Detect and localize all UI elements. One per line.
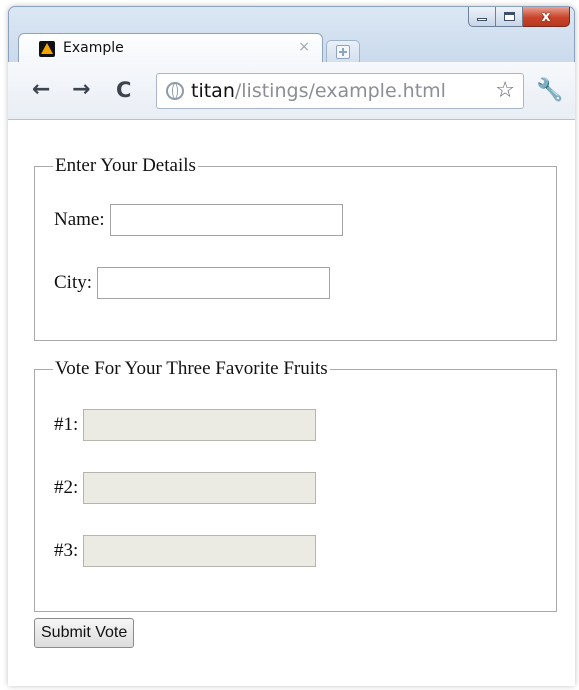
maximize-icon (503, 12, 515, 21)
fruit3-field[interactable] (83, 535, 317, 567)
city-row: City: (54, 267, 331, 299)
tab-close-icon[interactable]: × (298, 39, 310, 55)
city-field[interactable] (97, 267, 331, 299)
minimize-icon (477, 18, 487, 21)
address-bar[interactable]: titan/listings/example.html ☆ (156, 73, 524, 109)
globe-icon (166, 82, 184, 100)
fruit1-label: #1: (54, 414, 79, 435)
close-window-button[interactable]: x (523, 7, 570, 27)
details-legend: Enter Your Details (55, 155, 196, 176)
fruit2-row: #2: (54, 472, 317, 504)
new-tab-icon (336, 44, 350, 59)
url-text[interactable]: titan/listings/example.html (191, 80, 446, 102)
url-path: /listings/example.html (234, 80, 446, 102)
url-host: titan (191, 80, 235, 102)
name-label: Name: (54, 209, 105, 230)
fruit2-field[interactable] (83, 472, 317, 504)
name-field[interactable] (109, 204, 343, 236)
fruit2-label: #2: (54, 477, 79, 498)
tab-title: Example (63, 40, 124, 56)
fruit1-field[interactable] (83, 409, 317, 441)
maximize-button[interactable] (496, 7, 523, 27)
name-row: Name: (54, 204, 343, 236)
fruit3-row: #3: (54, 535, 317, 567)
submit-vote-button[interactable]: Submit Vote (34, 618, 135, 648)
star-icon[interactable]: ☆ (495, 78, 515, 103)
page-content: Enter Your Details Name: City: Vote For … (8, 120, 575, 686)
minimize-button[interactable] (468, 7, 496, 27)
reload-icon[interactable]: C (116, 78, 131, 102)
city-label: City: (54, 272, 93, 293)
fruit3-label: #3: (54, 540, 79, 561)
app-favicon-icon (39, 41, 55, 57)
close-icon: x (541, 8, 551, 25)
details-fieldset: Enter Your Details (34, 155, 557, 341)
window-caption-buttons: x (468, 7, 570, 29)
back-icon[interactable]: ← (32, 78, 50, 102)
forward-icon[interactable]: → (72, 78, 90, 102)
new-tab-button[interactable] (326, 40, 360, 62)
tab-example[interactable]: Example × (18, 33, 323, 63)
browser-toolbar: ← → C titan/listings/example.html ☆ 🔧 (8, 62, 575, 120)
fruit1-row: #1: (54, 409, 317, 441)
wrench-icon[interactable]: 🔧 (536, 78, 563, 103)
fruits-legend: Vote For Your Three Favorite Fruits (55, 358, 328, 379)
